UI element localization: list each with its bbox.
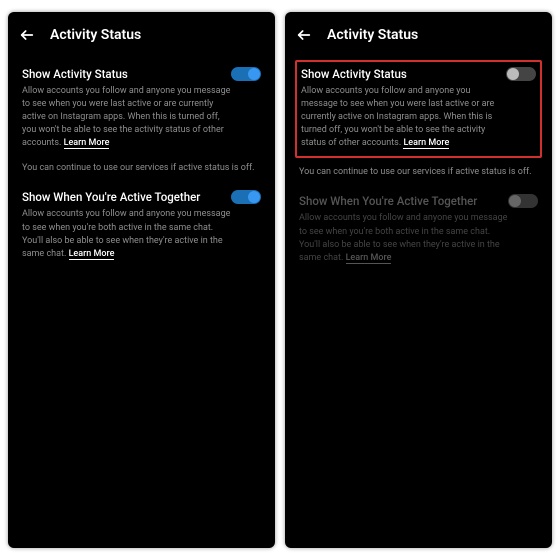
setting-title: Show Activity Status — [22, 66, 225, 82]
phone-screen-left: Activity Status Show Activity Status All… — [8, 12, 275, 548]
setting-show-activity-status: Show Activity Status Allow accounts you … — [295, 60, 542, 158]
setting-show-activity-status: Show Activity Status Allow accounts you … — [20, 60, 263, 160]
setting-desc-text: Allow accounts you follow and anyone you… — [22, 209, 230, 258]
setting-description: Allow accounts you follow and anyone you… — [299, 212, 538, 264]
header-bar: Activity Status — [285, 18, 552, 54]
header-bar: Activity Status — [8, 18, 275, 54]
learn-more-link: Learn More — [346, 253, 392, 264]
toggle-show-activity-status[interactable] — [506, 67, 536, 81]
toggle-active-together[interactable] — [231, 190, 261, 204]
setting-desc-text: Allow accounts you follow and anyone you… — [301, 86, 494, 148]
toggle-active-together — [508, 194, 538, 208]
page-title: Activity Status — [327, 27, 418, 43]
learn-more-link[interactable]: Learn More — [64, 138, 110, 149]
setting-description: Allow accounts you follow and anyone you… — [22, 208, 261, 260]
learn-more-link[interactable]: Learn More — [69, 249, 115, 260]
settings-content: Show Activity Status Allow accounts you … — [285, 54, 552, 281]
setting-active-together: Show When You're Active Together Allow a… — [297, 187, 540, 274]
back-arrow-icon[interactable] — [295, 26, 313, 44]
info-note: You can continue to use our services if … — [20, 160, 263, 183]
setting-description: Allow accounts you follow and anyone you… — [301, 85, 536, 150]
setting-active-together: Show When You're Active Together Allow a… — [20, 183, 263, 270]
setting-title: Show Activity Status — [301, 66, 500, 82]
setting-desc-text: Allow accounts you follow and anyone you… — [299, 213, 507, 262]
setting-description: Allow accounts you follow and anyone you… — [22, 85, 261, 150]
info-note: You can continue to use our services if … — [297, 164, 540, 187]
page-title: Activity Status — [50, 27, 141, 43]
toggle-show-activity-status[interactable] — [231, 67, 261, 81]
learn-more-link[interactable]: Learn More — [403, 138, 449, 149]
back-arrow-icon[interactable] — [18, 26, 36, 44]
setting-desc-text: Allow accounts you follow and anyone you… — [22, 86, 230, 148]
setting-title: Show When You're Active Together — [22, 189, 225, 205]
setting-title: Show When You're Active Together — [299, 193, 502, 209]
phone-screen-right: Activity Status Show Activity Status All… — [285, 12, 552, 548]
settings-content: Show Activity Status Allow accounts you … — [8, 54, 275, 277]
